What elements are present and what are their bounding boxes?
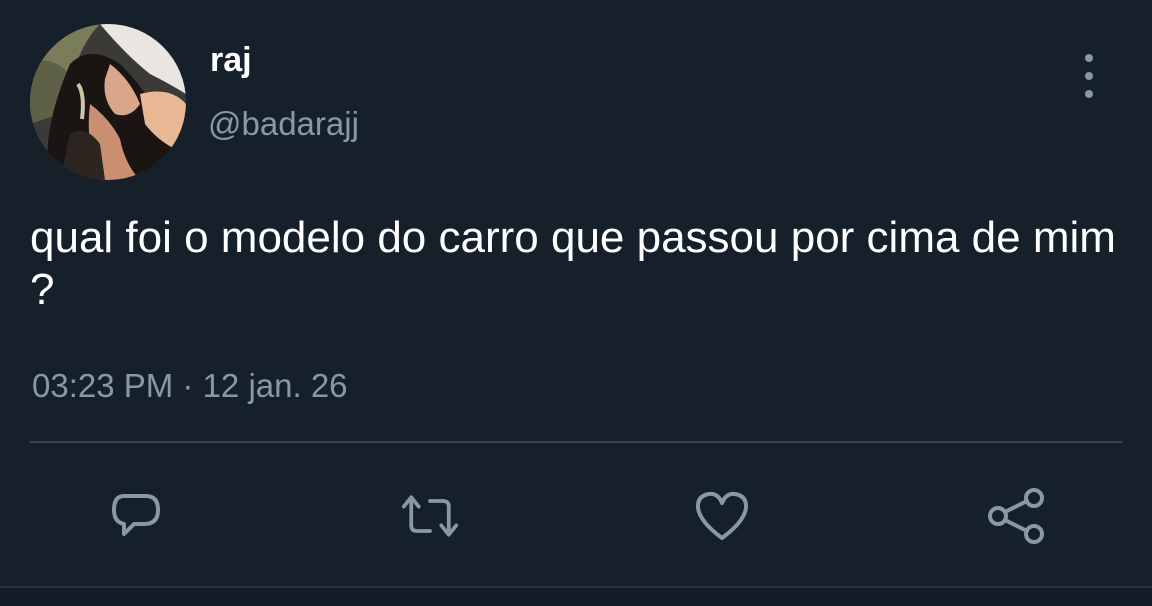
retweet-icon bbox=[401, 495, 459, 537]
tweet-card: raj @badarajj qual foi o modelo do carro… bbox=[0, 0, 1152, 606]
tweet-timestamp[interactable]: 03:23 PM · 12 jan. 26 bbox=[32, 366, 348, 406]
avatar-image bbox=[30, 24, 186, 180]
action-bar bbox=[0, 486, 1152, 546]
bottom-bar bbox=[0, 586, 1152, 606]
tweet-text: qual foi o modelo do carro que passou po… bbox=[30, 213, 1116, 314]
retweet-button[interactable] bbox=[400, 486, 460, 546]
avatar[interactable] bbox=[30, 24, 186, 180]
reply-icon bbox=[112, 494, 160, 536]
share-button[interactable] bbox=[986, 486, 1046, 546]
heart-icon bbox=[695, 491, 749, 540]
author-display-name[interactable]: raj bbox=[210, 40, 252, 80]
like-button[interactable] bbox=[692, 486, 752, 546]
more-dot-icon bbox=[1085, 54, 1093, 62]
share-icon bbox=[988, 488, 1044, 544]
author-handle[interactable]: @badarajj bbox=[208, 104, 359, 144]
more-dot-icon bbox=[1085, 72, 1093, 80]
more-dot-icon bbox=[1085, 90, 1093, 98]
divider bbox=[30, 441, 1122, 443]
reply-button[interactable] bbox=[106, 486, 166, 546]
more-options-button[interactable] bbox=[1072, 54, 1106, 98]
